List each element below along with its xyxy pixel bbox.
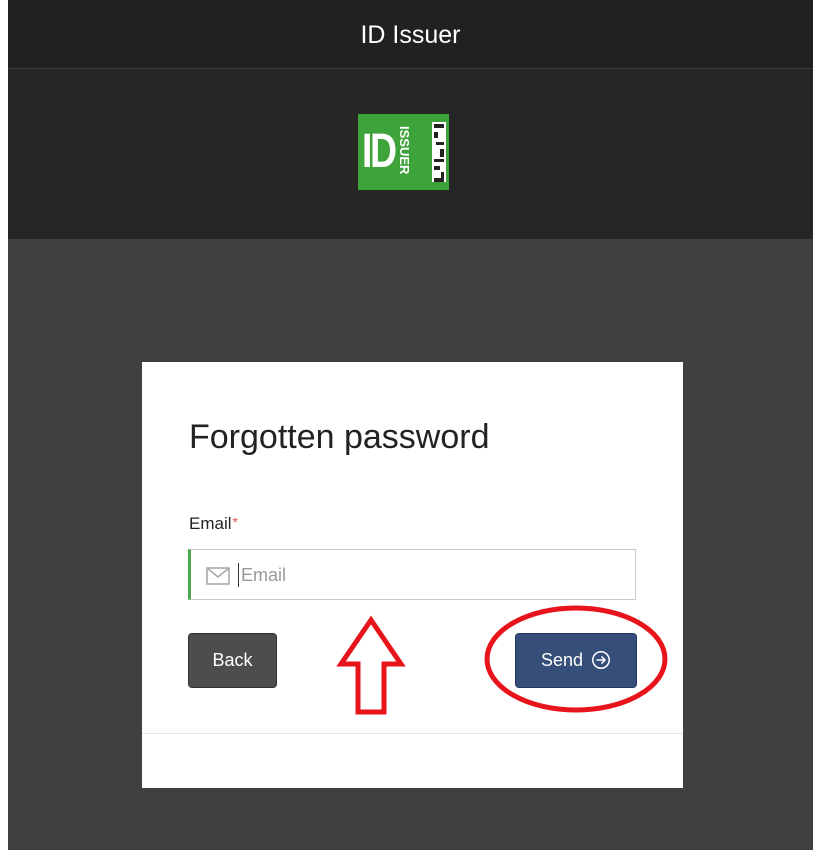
email-input[interactable] [238,563,631,587]
send-button[interactable]: Send [515,633,637,688]
email-label: Email* [189,514,238,534]
app-title: ID Issuer [360,21,461,49]
logo-issuer-text: ISSUER [397,126,412,175]
mail-icon [206,567,230,585]
email-field[interactable] [188,549,636,600]
email-label-text: Email [189,514,232,533]
logo-id-text: ID [362,125,397,178]
logo-band: ID ISSUER [8,69,813,239]
id-issuer-logo: ID ISSUER [358,114,449,190]
arrow-circle-right-icon [592,650,610,669]
card-divider [142,733,683,734]
title-bar: ID Issuer [8,0,813,69]
forgot-password-card: Forgotten password Email* Back Send [142,362,683,788]
back-button-label: Back [212,650,253,670]
send-button-label: Send [540,650,584,670]
page-title: Forgotten password [189,418,490,456]
back-button[interactable]: Back [188,633,277,688]
required-marker: * [232,514,238,530]
logo-code-pattern [432,122,446,182]
